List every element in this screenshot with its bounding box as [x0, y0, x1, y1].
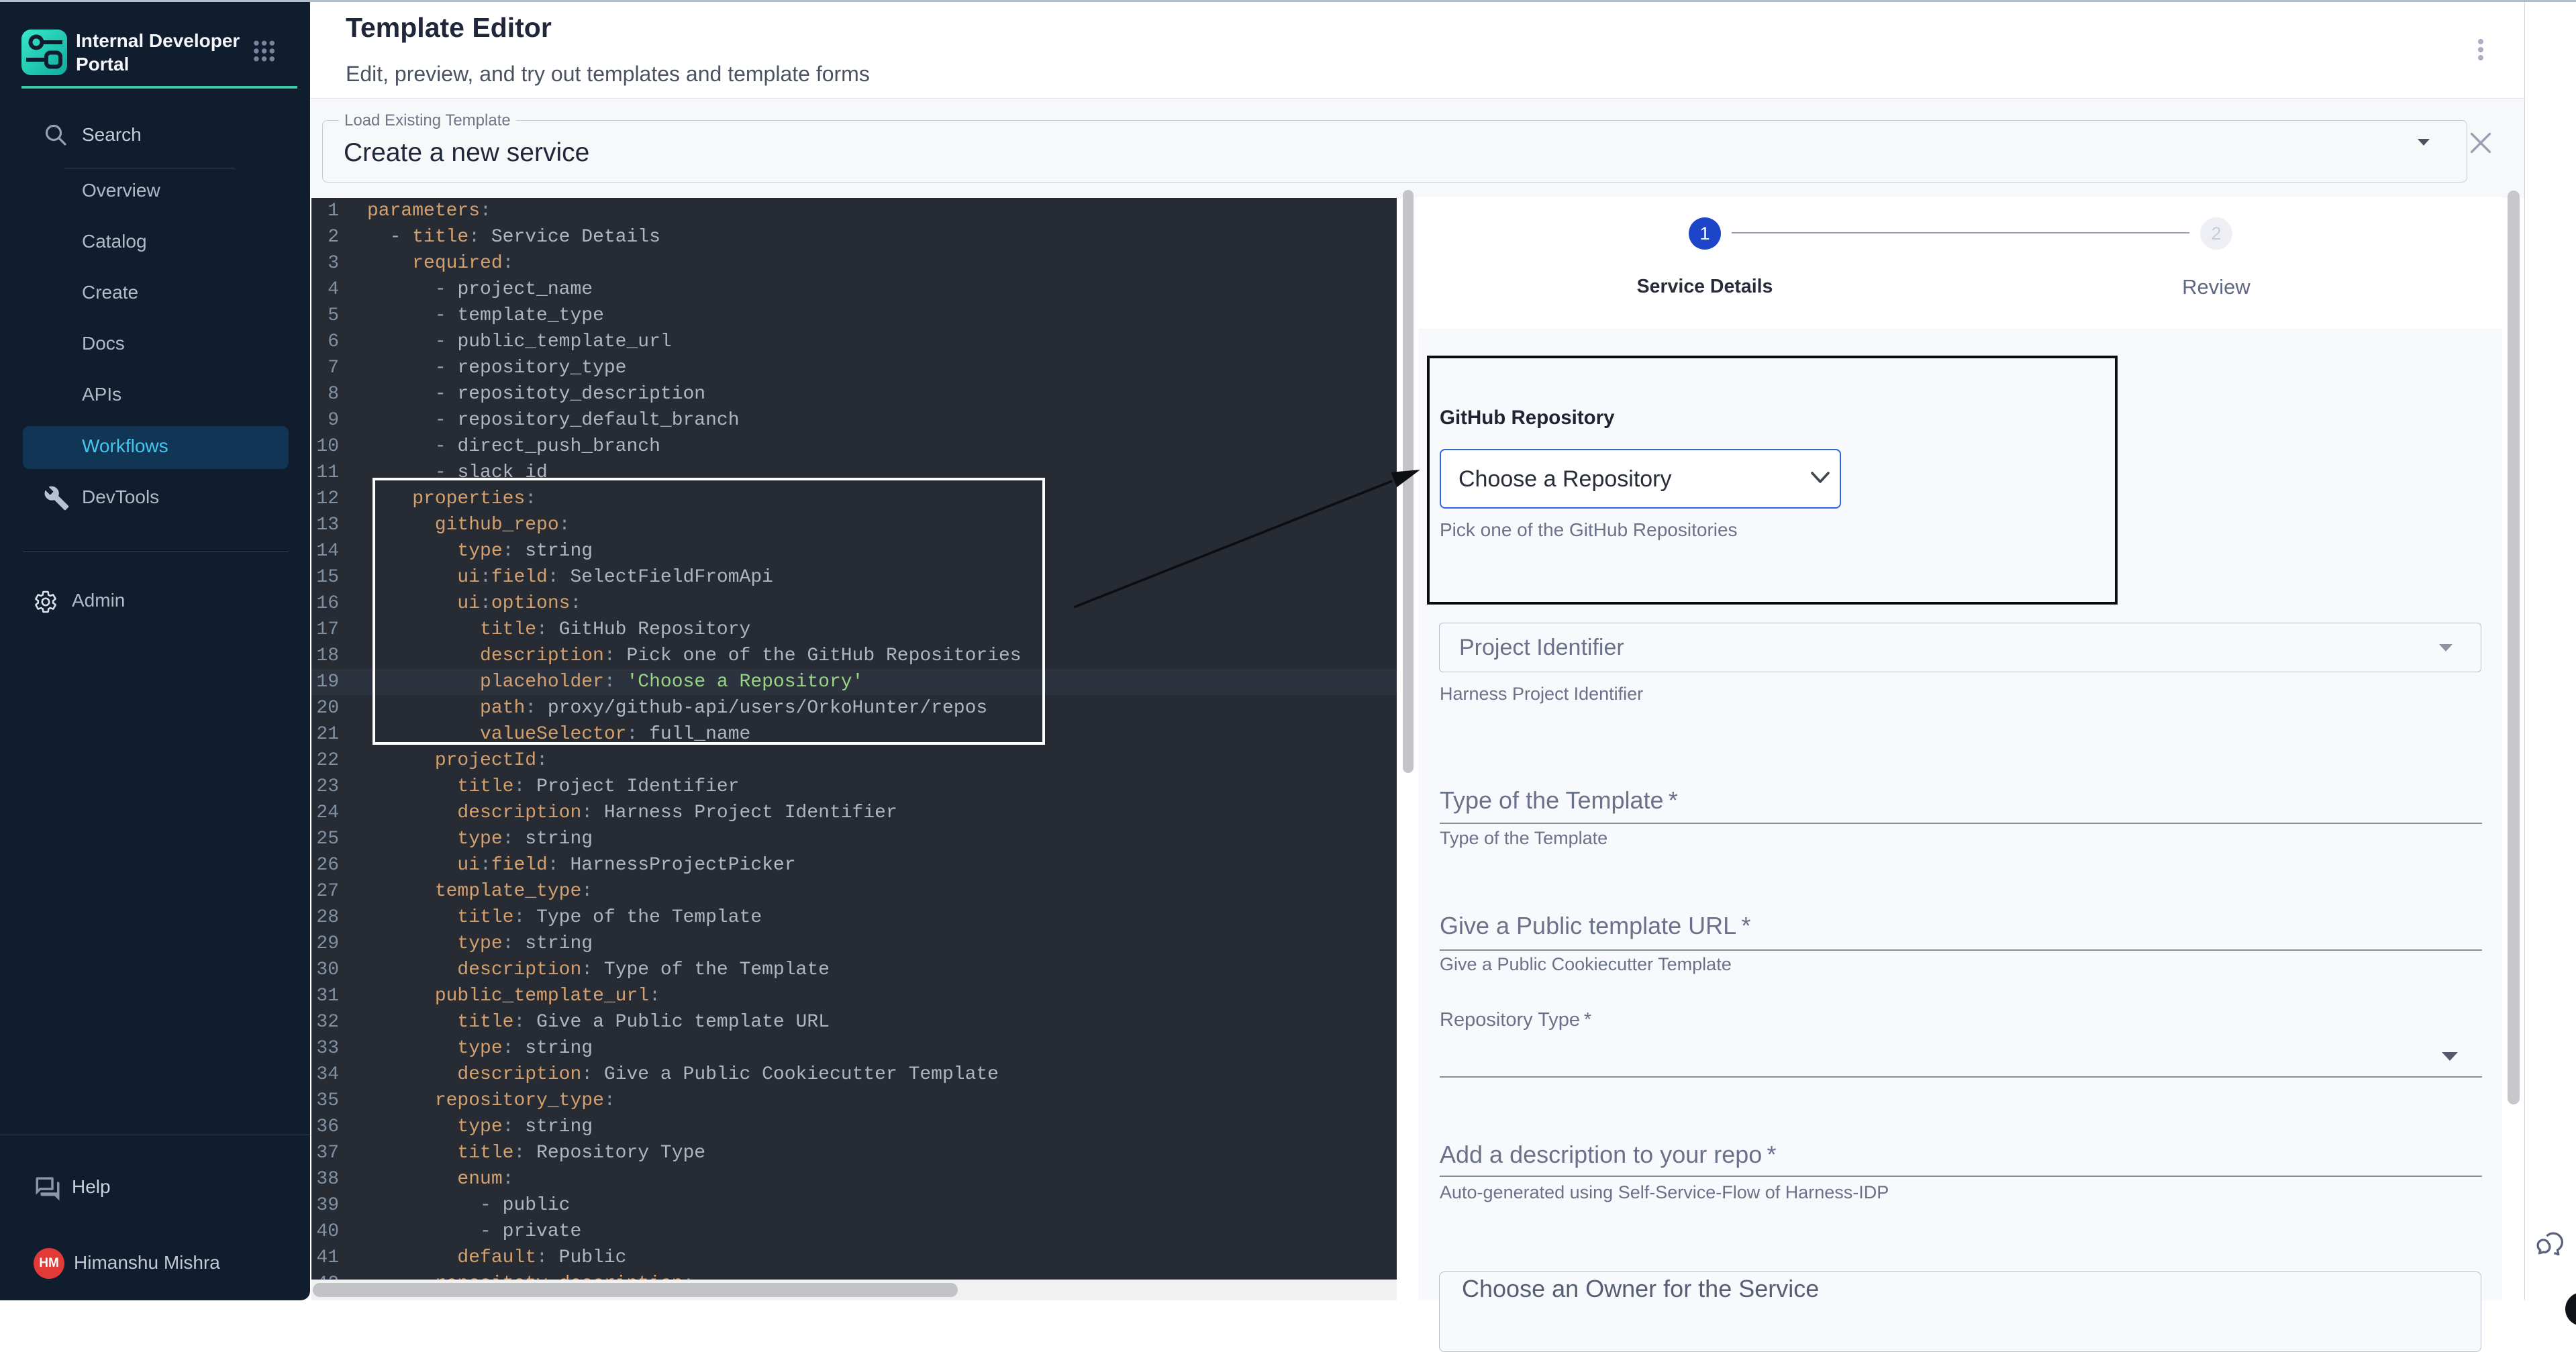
svg-text:?: ?	[42, 1178, 48, 1190]
